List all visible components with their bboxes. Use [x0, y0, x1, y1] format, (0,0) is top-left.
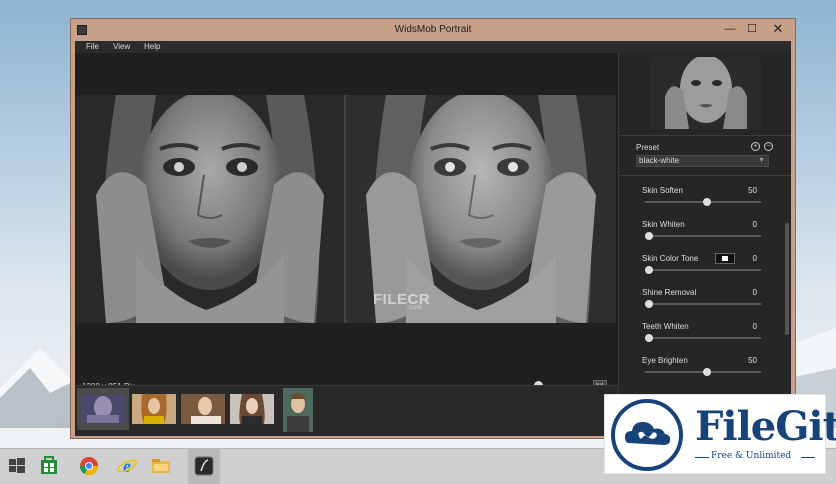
title-bar[interactable]: WidsMob Portrait — ☐ ✕ — [71, 19, 795, 41]
menu-bar: File View Help — [75, 41, 791, 53]
after-photo[interactable] — [346, 95, 616, 323]
skin-color-tone-color-swatch[interactable] — [715, 253, 735, 264]
preset-label: Preset — [636, 143, 660, 152]
skin-whiten-slider-handle[interactable] — [645, 232, 653, 240]
filegit-brand: FileGit — [695, 403, 836, 450]
chrome-icon[interactable] — [78, 455, 100, 477]
watermark-text: FILECR .com — [373, 291, 431, 311]
widsmob-portrait-taskbar-icon[interactable] — [193, 455, 215, 477]
skin-soften-label: Skin Soften — [642, 186, 683, 195]
film-thumb-5[interactable] — [283, 388, 313, 432]
teeth-whiten-slider[interactable] — [645, 337, 761, 339]
film-thumb-1[interactable] — [77, 388, 129, 430]
windows-start-icon[interactable] — [6, 455, 28, 477]
filmstrip — [75, 385, 618, 436]
add-preset-icon[interactable]: + — [751, 142, 760, 151]
skin-color-tone-value: 0 — [752, 254, 757, 263]
preset-dropdown-value: black-white — [639, 156, 680, 165]
app-client-area: File View Help FILECR .com Preset + − bl… — [75, 41, 791, 436]
skin-whiten-label: Skin Whiten — [642, 220, 685, 229]
skin-color-tone-slider-handle[interactable] — [645, 266, 653, 274]
skin-color-tone-slider[interactable] — [645, 269, 761, 271]
window-title: WidsMob Portrait — [394, 24, 472, 35]
image-viewer: FILECR .com 1280 x 851 Pix B/A — [75, 53, 618, 391]
tagline-rule-right — [801, 457, 815, 458]
adjustment-sidebar: Preset + − black-white ▼ Skin Soften 50 Sk… — [618, 53, 791, 434]
filegit-watermark: FileGit Free & Unlimited — [604, 394, 836, 474]
maximize-button[interactable]: ☐ — [739, 21, 765, 37]
store-icon[interactable] — [38, 455, 60, 477]
skin-color-tone-label: Skin Color Tone — [642, 254, 699, 263]
sidebar-separator — [619, 175, 791, 176]
menu-help[interactable]: Help — [144, 42, 160, 51]
remove-preset-icon[interactable]: − — [764, 142, 773, 151]
skin-whiten-value: 0 — [752, 220, 757, 229]
shine-removal-label: Shine Removal — [642, 288, 697, 297]
filegit-logo-icon — [611, 399, 683, 471]
skin-soften-slider-handle[interactable] — [703, 198, 711, 206]
shine-removal-slider-handle[interactable] — [645, 300, 653, 308]
sidebar-separator — [619, 135, 791, 136]
film-thumb-3[interactable] — [181, 394, 225, 424]
film-thumb-4[interactable] — [230, 394, 274, 424]
teeth-whiten-value: 0 — [752, 322, 757, 331]
skin-whiten-slider[interactable] — [645, 235, 761, 237]
menu-file[interactable]: File — [86, 42, 99, 51]
teeth-whiten-slider-handle[interactable] — [645, 334, 653, 342]
shine-removal-value: 0 — [752, 288, 757, 297]
before-photo[interactable] — [76, 95, 344, 323]
teeth-whiten-label: Teeth Whiten — [642, 322, 689, 331]
sidebar-scrollbar[interactable] — [785, 223, 789, 335]
internet-explorer-icon[interactable]: e — [116, 455, 138, 477]
filegit-tagline: Free & Unlimited — [711, 451, 792, 461]
preset-dropdown[interactable]: black-white ▼ — [636, 155, 769, 167]
svg-text:e: e — [123, 456, 131, 476]
chevron-down-icon: ▼ — [758, 157, 765, 164]
tagline-rule-left — [695, 457, 709, 458]
shine-removal-slider[interactable] — [645, 303, 761, 305]
preview-thumbnail — [651, 57, 761, 129]
menu-view[interactable]: View — [113, 42, 130, 51]
skin-soften-value: 50 — [748, 186, 757, 195]
file-explorer-icon[interactable] — [150, 455, 172, 477]
eye-brighten-slider-handle[interactable] — [703, 368, 711, 376]
eye-brighten-value: 50 — [748, 356, 757, 365]
app-window: WidsMob Portrait — ☐ ✕ File View Help FI… — [70, 18, 796, 439]
eye-brighten-label: Eye Brighten — [642, 356, 688, 365]
film-thumb-2[interactable] — [132, 394, 176, 424]
close-button[interactable]: ✕ — [765, 21, 791, 37]
